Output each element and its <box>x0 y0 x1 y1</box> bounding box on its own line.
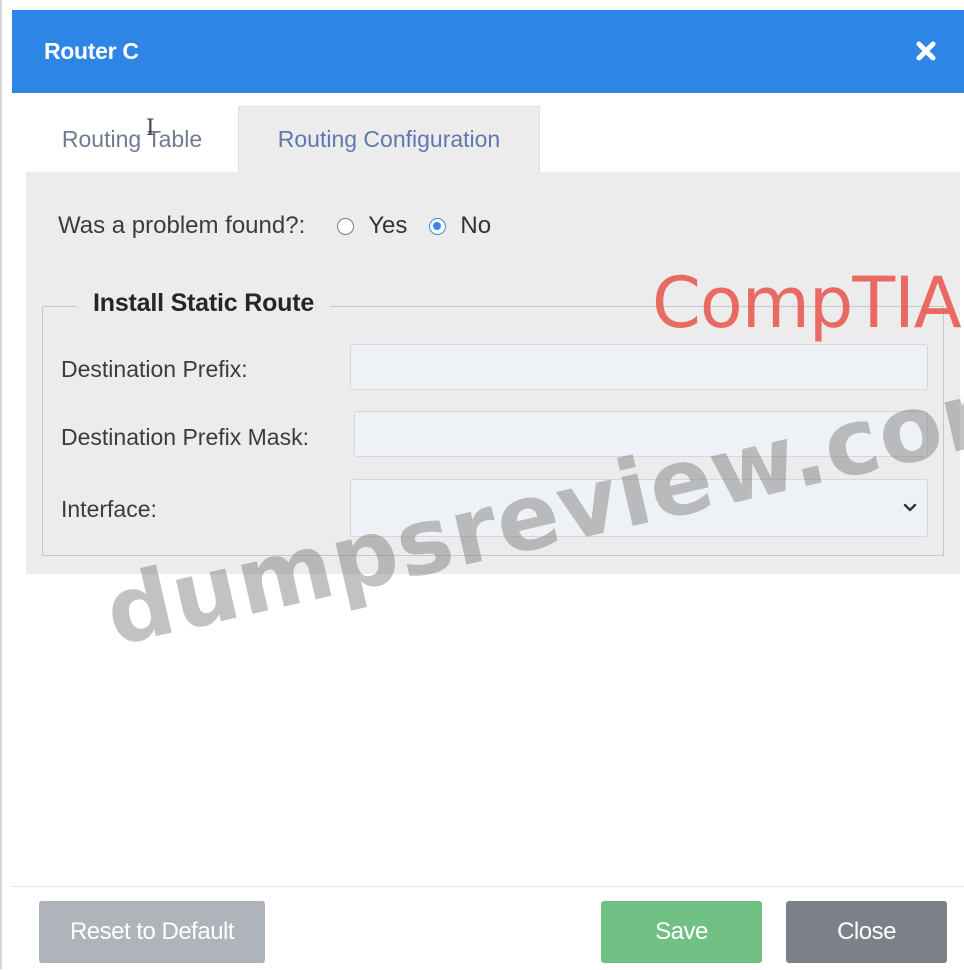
tab-routing-table[interactable]: Routing Table <box>26 106 238 172</box>
radio-yes[interactable] <box>337 217 355 235</box>
save-button[interactable]: Save <box>601 901 762 963</box>
destination-prefix-mask-label: Destination Prefix Mask: <box>61 424 309 450</box>
save-label: Save <box>655 918 708 945</box>
radio-yes-label[interactable]: Yes <box>368 212 407 240</box>
tab-routing-table-label: Routing Table <box>61 125 203 152</box>
close-label: Close <box>837 918 896 945</box>
router-dialog: Router C Routing Table Routing Configura… <box>0 0 964 970</box>
radio-no[interactable] <box>429 217 447 235</box>
install-static-route-fieldset: Install Static Route Destination Prefix:… <box>42 289 944 556</box>
dialog-footer: Reset to Default Save Close <box>12 886 964 970</box>
routing-configuration-panel: Was a problem found?: Yes No Install Sta… <box>26 172 960 574</box>
reset-to-default-label: Reset to Default <box>69 918 235 945</box>
interface-label: Interface: <box>61 496 157 522</box>
interface-select[interactable] <box>350 479 928 537</box>
problem-found-label: Was a problem found?: <box>58 212 306 239</box>
destination-prefix-label: Destination Prefix: <box>61 356 248 382</box>
close-icon[interactable] <box>914 39 938 63</box>
close-button[interactable]: Close <box>786 901 947 963</box>
problem-found-question: Was a problem found?: Yes No <box>58 212 513 240</box>
destination-prefix-input[interactable] <box>350 344 928 390</box>
destination-prefix-mask-input[interactable] <box>354 411 928 457</box>
dialog-titlebar: Router C <box>12 10 964 93</box>
radio-no-label[interactable]: No <box>460 212 491 240</box>
problem-found-radio-group: Yes No <box>337 212 513 240</box>
tab-routing-configuration[interactable]: Routing Configuration <box>238 106 540 172</box>
chevron-down-icon <box>903 503 917 512</box>
dialog-title: Router C <box>44 38 139 64</box>
tab-routing-configuration-label: Routing Configuration <box>277 126 501 152</box>
install-static-route-legend: Install Static Route <box>77 289 331 318</box>
reset-to-default-button[interactable]: Reset to Default <box>39 901 265 963</box>
